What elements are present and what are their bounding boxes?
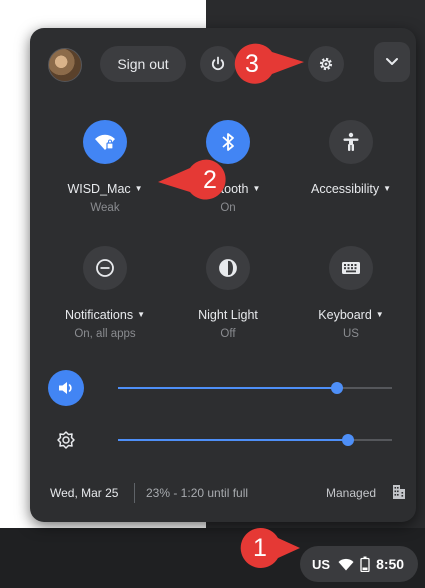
collapse-button[interactable] [374, 42, 410, 82]
tile-accessibility[interactable]: Accessibility ▼ [295, 120, 407, 202]
accessibility-label[interactable]: Accessibility ▼ [295, 182, 407, 196]
network-label[interactable]: WISD_Mac ▼ [49, 182, 161, 196]
gear-icon [319, 57, 333, 71]
night-light-toggle[interactable] [206, 246, 250, 290]
input-method-label: US [312, 556, 331, 572]
callout-2-number: 2 [203, 166, 217, 194]
battery-icon [360, 556, 370, 572]
brightness-slider-fill [118, 439, 349, 441]
sign-out-label: Sign out [117, 56, 169, 72]
quick-settings-panel: Sign out WISD_Mac ▼ Weak ▼ On Accessibil… [30, 28, 416, 522]
clock-label: 8:50 [376, 556, 405, 572]
notifications-status: On, all apps [74, 328, 136, 340]
wifi-icon [338, 558, 354, 570]
callout-1: 1 [238, 526, 308, 570]
keyboard-label[interactable]: Keyboard ▼ [295, 308, 407, 322]
date-label[interactable]: Wed, Mar 25 [50, 486, 118, 500]
brightness-button [48, 422, 84, 458]
notifications-label[interactable]: Notifications ▼ [49, 308, 161, 322]
night-light-label[interactable]: Night Light [172, 308, 284, 322]
avatar[interactable] [48, 48, 82, 82]
brightness-slider-thumb[interactable] [342, 434, 355, 446]
tile-notifications[interactable]: Notifications ▼ On, all apps [49, 246, 161, 340]
status-footer: Wed, Mar 25 23% - 1:20 until full Manage… [30, 468, 416, 522]
callout-1-number: 1 [253, 534, 267, 562]
wifi-icon [95, 134, 115, 150]
night-light-status: Off [220, 328, 236, 340]
tile-keyboard[interactable]: Keyboard ▼ US [295, 246, 407, 340]
night-light-icon [219, 259, 237, 277]
chevron-down-icon [386, 58, 398, 65]
volume-slider-thumb[interactable] [331, 382, 344, 394]
tile-network[interactable]: WISD_Mac ▼ Weak [49, 120, 161, 214]
power-icon [211, 56, 225, 71]
bluetooth-status: On [220, 202, 236, 214]
keyboard-toggle[interactable] [329, 246, 373, 290]
callout-2: 2 [156, 158, 232, 202]
keyboard-icon [342, 262, 360, 274]
network-status: Weak [90, 202, 120, 214]
accessibility-toggle[interactable] [329, 120, 373, 164]
wifi-toggle[interactable] [83, 120, 127, 164]
notifications-toggle[interactable] [83, 246, 127, 290]
settings-button[interactable] [308, 46, 344, 82]
brightness-icon [57, 431, 75, 449]
volume-icon [59, 382, 72, 394]
sign-out-button[interactable]: Sign out [100, 46, 186, 82]
volume-slider-fill [118, 387, 338, 389]
tile-night-light[interactable]: Night Light Off [172, 246, 284, 340]
bluetooth-icon [222, 133, 234, 151]
keyboard-status: US [343, 328, 359, 340]
notifications-icon [96, 259, 114, 277]
volume-slider[interactable] [118, 382, 392, 394]
accessibility-icon [343, 132, 359, 151]
enterprise-building-icon[interactable] [392, 484, 406, 500]
battery-status: 23% - 1:20 until full [146, 486, 249, 500]
brightness-slider[interactable] [118, 434, 392, 446]
callout-3-number: 3 [245, 50, 259, 78]
status-area-button[interactable]: US 8:50 [300, 546, 418, 582]
footer-divider [134, 483, 135, 503]
volume-mute-button[interactable] [48, 370, 84, 406]
callout-3: 3 [230, 42, 306, 86]
managed-label[interactable]: Managed [326, 486, 376, 500]
